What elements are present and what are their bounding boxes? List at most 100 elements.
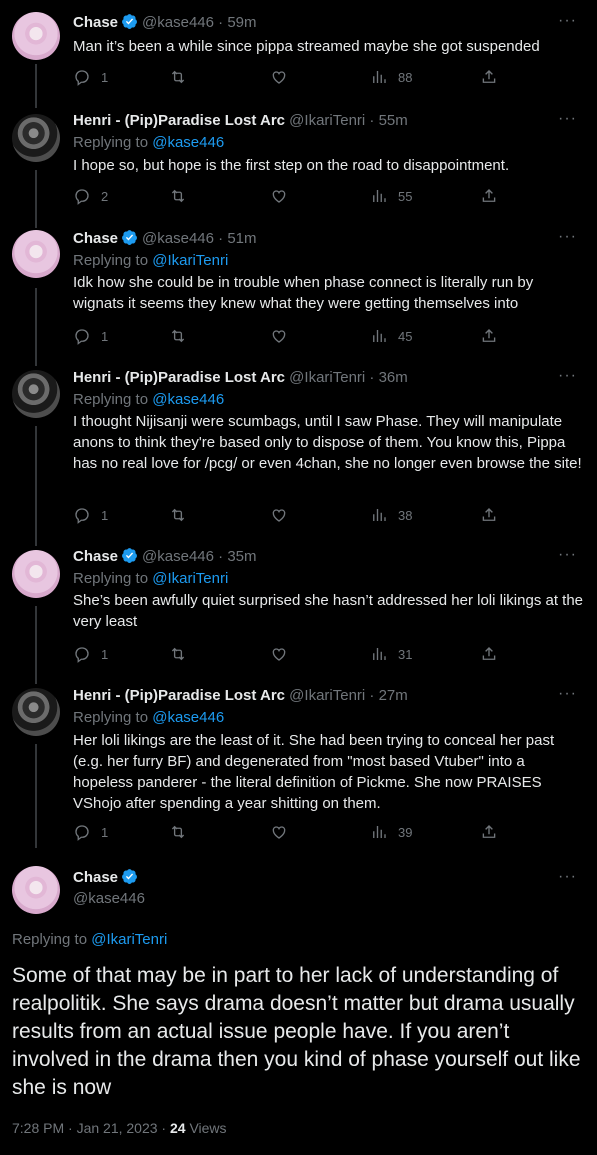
author-handle[interactable]: @kase446 <box>142 14 214 31</box>
replying-to: Replying to @kase446 <box>73 134 225 151</box>
like-button[interactable] <box>270 645 288 663</box>
mention-link[interactable]: @IkariTenri <box>152 252 228 269</box>
views-button[interactable]: 39 <box>370 823 412 841</box>
views-label[interactable]: Views <box>189 1120 226 1136</box>
reply-button[interactable]: 1 <box>73 327 108 345</box>
author-name[interactable]: Henri - (Pip)Paradise Lost Arc <box>73 112 285 129</box>
main-tweet-text: Some of that may be in part to her lack … <box>12 964 581 1099</box>
retweet-button[interactable] <box>169 823 187 841</box>
action-bar: 1 45 <box>73 327 503 347</box>
like-icon <box>270 645 288 663</box>
timestamp[interactable]: · 51m <box>218 230 256 247</box>
retweet-icon <box>169 645 187 663</box>
timestamp[interactable]: 7:28 PM · Jan 21, 2023 · <box>12 1120 166 1136</box>
timestamp[interactable]: · 35m <box>218 548 256 565</box>
author-handle[interactable]: @IkariTenri <box>289 369 365 386</box>
more-icon[interactable]: ··· <box>558 228 577 246</box>
share-button[interactable] <box>480 327 498 345</box>
replying-to: Replying to @IkariTenri <box>73 252 229 269</box>
retweet-button[interactable] <box>169 506 187 524</box>
more-icon[interactable]: ··· <box>558 546 577 564</box>
author-handle[interactable]: @kase446 <box>142 230 214 247</box>
avatar[interactable] <box>12 230 60 278</box>
mention-link[interactable]: @IkariTenri <box>91 931 167 948</box>
views-button[interactable]: 45 <box>370 327 412 345</box>
timestamp[interactable]: · 59m <box>218 14 256 31</box>
more-icon[interactable]: ··· <box>558 685 577 703</box>
tweet-text: Idk how she could be in trouble when pha… <box>73 274 534 312</box>
author-handle[interactable]: @kase446 <box>73 890 145 907</box>
reply-icon <box>73 823 91 841</box>
tweet-text: She’s been awfully quiet surprised she h… <box>73 592 584 630</box>
share-button[interactable] <box>480 645 498 663</box>
views-button[interactable]: 31 <box>370 645 412 663</box>
retweet-icon <box>169 68 187 86</box>
avatar[interactable] <box>12 114 60 162</box>
avatar[interactable] <box>12 866 60 914</box>
reply-button[interactable]: 1 <box>73 645 108 663</box>
more-icon[interactable]: ··· <box>558 868 577 886</box>
retweet-button[interactable] <box>169 187 187 205</box>
like-button[interactable] <box>270 327 288 345</box>
replying-to: Replying to @kase446 <box>73 709 225 726</box>
mention-link[interactable]: @kase446 <box>152 709 224 726</box>
views-button[interactable]: 55 <box>370 187 412 205</box>
mention-link[interactable]: @IkariTenri <box>152 570 228 587</box>
like-button[interactable] <box>270 68 288 86</box>
share-button[interactable] <box>480 506 498 524</box>
like-button[interactable] <box>270 823 288 841</box>
retweet-icon <box>169 327 187 345</box>
retweet-button[interactable] <box>169 68 187 86</box>
views-icon <box>370 187 388 205</box>
like-icon <box>270 506 288 524</box>
reply-button[interactable]: 1 <box>73 506 108 524</box>
author-name[interactable]: Chase <box>73 230 118 247</box>
timestamp[interactable]: · 55m <box>369 112 407 129</box>
author-name[interactable]: Chase <box>73 14 118 31</box>
author-handle[interactable]: @kase446 <box>142 548 214 565</box>
more-icon[interactable]: ··· <box>558 12 577 30</box>
retweet-button[interactable] <box>169 327 187 345</box>
reply-count: 1 <box>101 328 109 344</box>
reply-button[interactable]: 1 <box>73 68 108 86</box>
retweet-icon <box>169 823 187 841</box>
reply-icon <box>73 327 91 345</box>
more-icon[interactable]: ··· <box>558 367 577 385</box>
retweet-button[interactable] <box>169 645 187 663</box>
author-name[interactable]: Chase <box>73 869 118 886</box>
like-icon <box>270 327 288 345</box>
avatar[interactable] <box>12 550 60 598</box>
timestamp[interactable]: · 27m <box>369 687 407 704</box>
views-button[interactable]: 38 <box>370 506 412 524</box>
avatar[interactable] <box>12 12 60 60</box>
like-button[interactable] <box>270 187 288 205</box>
action-bar: 1 38 <box>73 506 503 526</box>
reply-button[interactable]: 2 <box>73 187 108 205</box>
views-count: 38 <box>398 507 413 523</box>
timestamp[interactable]: · 36m <box>369 369 407 386</box>
author-name[interactable]: Henri - (Pip)Paradise Lost Arc <box>73 687 285 704</box>
views-button[interactable]: 88 <box>370 68 412 86</box>
action-bar: 1 39 <box>73 823 503 843</box>
share-button[interactable] <box>480 823 498 841</box>
author-handle[interactable]: @IkariTenri <box>289 112 365 129</box>
views-icon <box>370 823 388 841</box>
share-button[interactable] <box>480 187 498 205</box>
avatar[interactable] <box>12 688 60 736</box>
views-count: 88 <box>398 69 413 85</box>
mention-link[interactable]: @kase446 <box>152 391 224 408</box>
author-name[interactable]: Henri - (Pip)Paradise Lost Arc <box>73 369 285 386</box>
avatar[interactable] <box>12 370 60 418</box>
replying-to: Replying to @kase446 <box>73 391 225 408</box>
more-icon[interactable]: ··· <box>558 110 577 128</box>
reply-button[interactable]: 1 <box>73 823 108 841</box>
replying-to: Replying to @IkariTenri <box>73 570 229 587</box>
author-name[interactable]: Chase <box>73 548 118 565</box>
author-handle[interactable]: @IkariTenri <box>289 687 365 704</box>
share-icon <box>480 506 498 524</box>
share-button[interactable] <box>480 68 498 86</box>
mention-link[interactable]: @kase446 <box>152 134 224 151</box>
views-count: 55 <box>398 188 413 204</box>
reply-icon <box>73 645 91 663</box>
like-button[interactable] <box>270 506 288 524</box>
